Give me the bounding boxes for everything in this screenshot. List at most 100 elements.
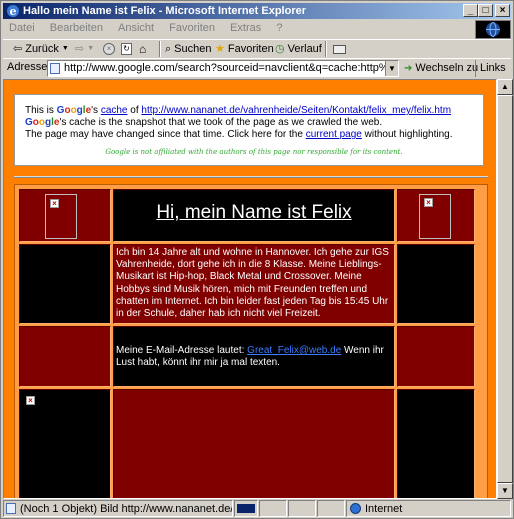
status-text-panel: (Noch 1 Objekt) Bild http://www.nananet.… — [3, 500, 233, 517]
web-page: This is Google's cache of http://www.nan… — [4, 80, 496, 498]
status-panel-empty — [288, 500, 316, 517]
favorites-label: Favoriten — [227, 43, 274, 55]
back-label: Zurück — [25, 43, 59, 55]
address-input[interactable]: http://www.google.com/search?sourceid=na… — [47, 60, 399, 77]
globe-icon — [486, 22, 500, 37]
email-link[interactable]: Great_Felix@web.de — [247, 345, 341, 356]
email-cell: Meine E-Mail-Adresse lautet: Great_Felix… — [113, 326, 395, 387]
go-label: Wechseln zu — [415, 62, 479, 74]
sidebar-left-cell — [19, 244, 111, 324]
cached-url-link[interactable]: http://www.nananet.de/vahrenheide/Seiten… — [141, 105, 451, 116]
email-text: Meine E-Mail-Adresse lautet: — [116, 345, 248, 356]
scroll-up-icon[interactable]: ▲ — [497, 79, 513, 95]
forward-arrow-icon: ⇨ — [75, 43, 85, 55]
window-title: Hallo mein Name ist Felix - Microsoft In… — [23, 5, 307, 17]
home-icon: ⌂ — [139, 42, 147, 56]
scroll-down-icon[interactable]: ▼ — [497, 483, 513, 499]
address-label: Adresse — [7, 61, 48, 73]
email-paragraph: Meine E-Mail-Adresse lautet: Great_Felix… — [116, 345, 392, 369]
horizontal-rule — [14, 176, 488, 178]
cache-text: 's cache is the snapshot that we took of… — [59, 117, 383, 128]
forward-button[interactable]: ⇨ ▼ — [75, 41, 94, 57]
broken-image-icon: × — [26, 396, 35, 405]
status-text: (Noch 1 Objekt) Bild http://www.nananet.… — [20, 503, 233, 515]
stop-icon: × — [103, 43, 115, 55]
search-button[interactable]: ⌕ Suchen — [165, 41, 211, 57]
toolbar-separator — [325, 41, 327, 57]
address-url: http://www.google.com/search?sourceid=na… — [64, 62, 399, 74]
header-left-cell: × — [19, 189, 111, 242]
back-arrow-icon: ⇦ — [13, 43, 23, 55]
standard-toolbar: ⇦ Zurück ▼ ⇨ ▼ × ↻ ⌂ ⌕ Suchen ★ Favorite… — [3, 39, 511, 57]
vertical-scrollbar[interactable]: ▲ ▼ — [497, 79, 513, 499]
menu-datei[interactable]: Datei — [3, 20, 41, 37]
search-icon: ⌕ — [165, 43, 172, 55]
address-bar: Adresse http://www.google.com/search?sou… — [3, 58, 511, 77]
intro-text: Ich bin 14 Jahre alt und wohne in Hannov… — [116, 247, 389, 320]
bottom-right-cell — [397, 389, 475, 498]
back-dropdown-icon: ▼ — [61, 45, 69, 52]
print-icon — [333, 44, 346, 54]
google-wordmark: Google — [25, 117, 60, 128]
menu-help[interactable]: ? — [270, 20, 288, 37]
cache-link[interactable]: cache — [101, 105, 128, 116]
menu-favoriten[interactable]: Favoriten — [163, 20, 221, 37]
refresh-icon: ↻ — [121, 43, 132, 55]
progress-bar — [237, 504, 255, 513]
refresh-button[interactable]: ↻ — [121, 41, 132, 57]
google-cache-header: This is Google's cache of http://www.nan… — [14, 94, 484, 166]
status-panel-empty — [317, 500, 345, 517]
cache-text: without highlighting. — [361, 129, 453, 140]
links-button[interactable]: Links — [475, 60, 506, 77]
menu-bearbeiten[interactable]: Bearbeiten — [44, 20, 109, 37]
stop-button[interactable]: × — [103, 41, 115, 57]
progress-panel — [234, 500, 258, 517]
broken-image-icon: × — [424, 198, 433, 207]
cache-text: The page may have changed since that tim… — [25, 129, 306, 140]
browser-window: e Hallo mein Name ist Felix - Microsoft … — [0, 0, 514, 519]
close-button[interactable]: × — [495, 4, 510, 17]
bottom-center-cell — [113, 389, 395, 498]
left-cell — [19, 326, 111, 387]
cache-text: 's — [91, 105, 101, 116]
right-cell — [397, 326, 475, 387]
menu-bar: Datei Bearbeiten Ansicht Favoriten Extra… — [3, 20, 473, 37]
go-arrow-icon: ➔ — [404, 63, 413, 74]
scroll-thumb[interactable] — [497, 95, 513, 483]
status-panel-empty — [259, 500, 287, 517]
search-label: Suchen — [174, 43, 212, 55]
page-viewport[interactable]: This is Google's cache of http://www.nan… — [3, 79, 497, 499]
internet-zone-icon — [350, 503, 361, 514]
page-heading-link[interactable]: Hi, mein Name ist Felix — [114, 202, 394, 224]
history-button[interactable]: ◷ Verlauf — [275, 41, 322, 57]
print-button[interactable] — [333, 41, 346, 57]
minimize-button[interactable]: _ — [463, 4, 478, 17]
google-wordmark: Google — [56, 105, 92, 116]
security-zone-panel: Internet — [346, 500, 511, 517]
intro-cell: Ich bin 14 Jahre alt und wohne in Hannov… — [113, 244, 395, 324]
menu-extras[interactable]: Extras — [224, 20, 267, 37]
header-right-cell: × — [397, 189, 475, 242]
favorites-button[interactable]: ★ Favoriten — [215, 41, 274, 57]
zone-label: Internet — [365, 503, 403, 515]
go-button[interactable]: ➔ Wechseln zu — [404, 60, 478, 77]
ie-logo-icon: e — [7, 5, 19, 18]
favorites-icon: ★ — [215, 43, 225, 55]
current-page-link[interactable]: current page — [306, 129, 362, 140]
menu-ansicht[interactable]: Ansicht — [112, 20, 160, 37]
throbber-globe-icon — [475, 20, 511, 39]
title-bar[interactable]: e Hallo mein Name ist Felix - Microsoft … — [3, 3, 511, 19]
cache-text: of — [127, 105, 142, 116]
history-icon: ◷ — [275, 43, 285, 55]
status-bar: (Noch 1 Objekt) Bild http://www.nananet.… — [3, 500, 511, 518]
page-loading-icon — [6, 503, 16, 514]
history-label: Verlauf — [287, 43, 322, 55]
home-button[interactable]: ⌂ — [139, 41, 146, 57]
back-button[interactable]: ⇦ Zurück ▼ — [13, 41, 69, 57]
address-dropdown-icon[interactable]: ▼ — [385, 61, 398, 76]
maximize-button[interactable]: □ — [478, 4, 493, 17]
broken-image-icon: × — [50, 199, 59, 208]
page-icon — [50, 63, 60, 74]
header-title-cell: Hi, mein Name ist Felix — [113, 189, 395, 242]
sidebar-right-cell — [397, 244, 475, 324]
